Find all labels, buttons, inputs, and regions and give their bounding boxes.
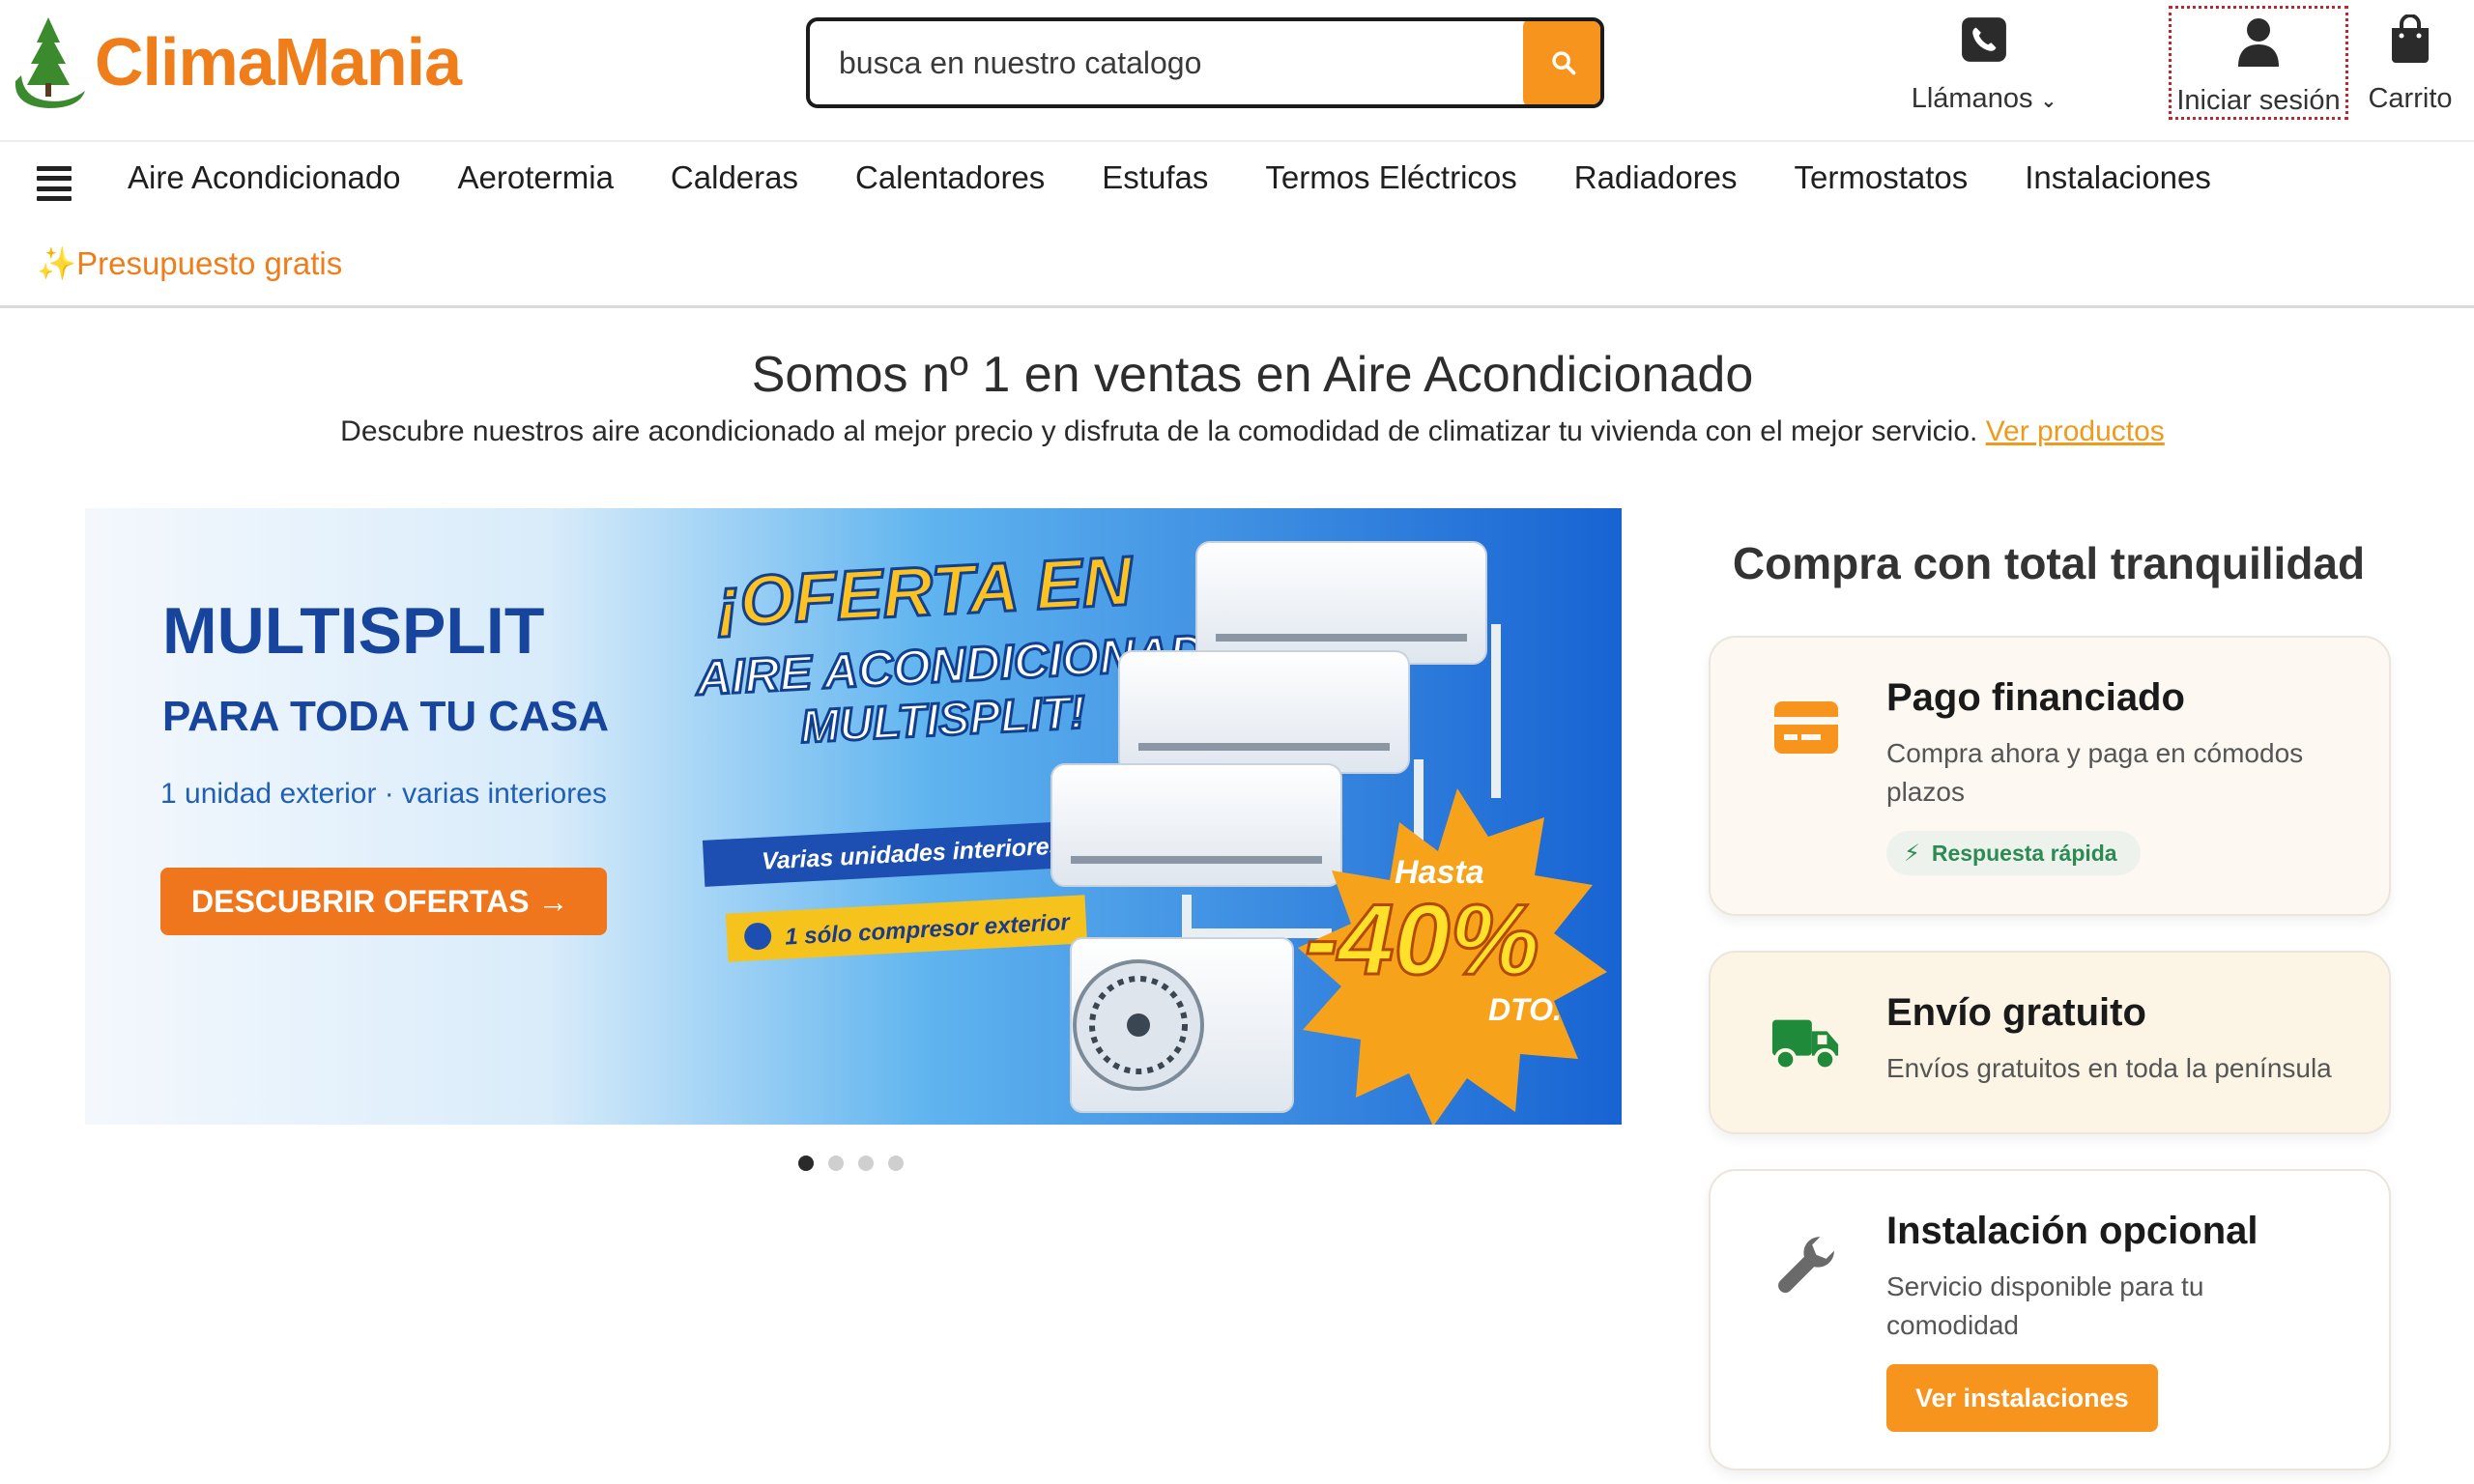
- card-shipping: Envío gratuito Envíos gratuitos en toda …: [1709, 951, 2391, 1134]
- search-button[interactable]: [1523, 21, 1600, 104]
- promo-banner[interactable]: MULTISPLIT PARA TODA TU CASA 1 unidad ex…: [85, 508, 1622, 1125]
- truck-icon: [1770, 1009, 1842, 1080]
- call-us-menu[interactable]: Llámanos ⌄: [1904, 10, 2064, 116]
- card-installation-desc: Servicio disponible para tu comodidad: [1886, 1271, 2204, 1340]
- login-link[interactable]: Iniciar sesión: [2169, 6, 2348, 120]
- free-quote-link[interactable]: ✨Presupuesto gratis: [37, 245, 342, 283]
- hero-subtitle-text: Descubre nuestros aire acondicionado al …: [340, 415, 1978, 447]
- card-shipping-desc: Envíos gratuitos en toda la península: [1886, 1053, 2332, 1083]
- card-financing-title: Pago financiado: [1886, 676, 2185, 719]
- credit-card-icon: [1770, 692, 1842, 763]
- card-installation: Instalación opcional Servicio disponible…: [1709, 1169, 2391, 1470]
- search-input[interactable]: [810, 21, 1523, 104]
- login-label: Iniciar sesión: [2176, 85, 2341, 116]
- lightning-icon: ⚡︎: [1904, 840, 1920, 867]
- carousel-dots: [798, 1156, 904, 1171]
- page-title: Somos nº 1 en ventas en Aire Acondiciona…: [751, 347, 1754, 403]
- nav-item-aire-acondicionado[interactable]: Aire Acondicionado: [128, 159, 401, 196]
- site-logo[interactable]: ClimaMania: [10, 14, 493, 110]
- nav-item-termostatos[interactable]: Termostatos: [1795, 159, 1969, 196]
- nav-item-aerotermia[interactable]: Aerotermia: [458, 159, 614, 196]
- nav-item-estufas[interactable]: Estufas: [1102, 159, 1208, 196]
- header-divider: [0, 140, 2474, 142]
- carousel-dot[interactable]: [888, 1156, 904, 1171]
- logo-text: ClimaMania: [95, 24, 462, 100]
- discount-badge-bottom: DTO.: [1488, 992, 1562, 1027]
- nav-item-radiadores[interactable]: Radiadores: [1574, 159, 1738, 196]
- shopping-bag-icon: [2392, 14, 2429, 63]
- menu-hamburger-icon[interactable]: [37, 166, 72, 201]
- discount-badge-percent: -40%: [1305, 884, 1539, 996]
- view-installations-button[interactable]: Ver instalaciones: [1886, 1364, 2158, 1432]
- card-financing-desc: Compra ahora y paga en cómodos plazos: [1886, 738, 2304, 807]
- banner-headline-2: PARA TODA TU CASA: [162, 693, 609, 740]
- carousel-dot[interactable]: [798, 1156, 814, 1171]
- user-icon: [2238, 17, 2279, 67]
- cart-link[interactable]: Carrito: [2358, 10, 2462, 116]
- banner-headline: MULTISPLIT: [162, 594, 544, 668]
- main-nav: Aire Acondicionado Aerotermia Calderas C…: [128, 159, 2268, 196]
- card-shipping-title: Envío gratuito: [1886, 991, 2146, 1034]
- carousel-dot[interactable]: [828, 1156, 844, 1171]
- quick-response-label: Respuesta rápida: [1931, 840, 2117, 866]
- search-bar: [806, 17, 1604, 108]
- view-products-link[interactable]: Ver productos: [1986, 415, 2165, 447]
- tree-logo-icon: [14, 17, 85, 108]
- card-installation-title: Instalación opcional: [1886, 1210, 2258, 1252]
- nav-item-termos-electricos[interactable]: Termos Eléctricos: [1265, 159, 1516, 196]
- wrench-icon: [1770, 1229, 1842, 1300]
- nav-item-instalaciones[interactable]: Instalaciones: [2025, 159, 2211, 196]
- cart-label: Carrito: [2368, 83, 2453, 114]
- side-title: Compra con total tranquilidad: [1732, 538, 2366, 588]
- nav-item-calderas[interactable]: Calderas: [671, 159, 798, 196]
- hero-subtitle: Descubre nuestros aire acondicionado al …: [0, 415, 2474, 448]
- nav-item-calentadores[interactable]: Calentadores: [855, 159, 1045, 196]
- card-financing: Pago financiado Compra ahora y paga en c…: [1709, 636, 2391, 916]
- phone-icon: [1962, 17, 2006, 62]
- banner-tagline: 1 unidad exterior · varias interiores: [160, 778, 607, 810]
- chevron-down-icon: ⌄: [2040, 91, 2057, 112]
- nav-divider: [0, 305, 2474, 308]
- carousel-dot[interactable]: [858, 1156, 874, 1171]
- banner-cta-label: DESCUBRIR OFERTAS →: [191, 884, 569, 919]
- call-us-label: Llámanos: [1911, 83, 2033, 114]
- search-icon: [1552, 51, 1576, 75]
- quick-response-badge: ⚡︎ Respuesta rápida: [1886, 831, 2141, 875]
- banner-cta-button[interactable]: DESCUBRIR OFERTAS →: [160, 868, 607, 935]
